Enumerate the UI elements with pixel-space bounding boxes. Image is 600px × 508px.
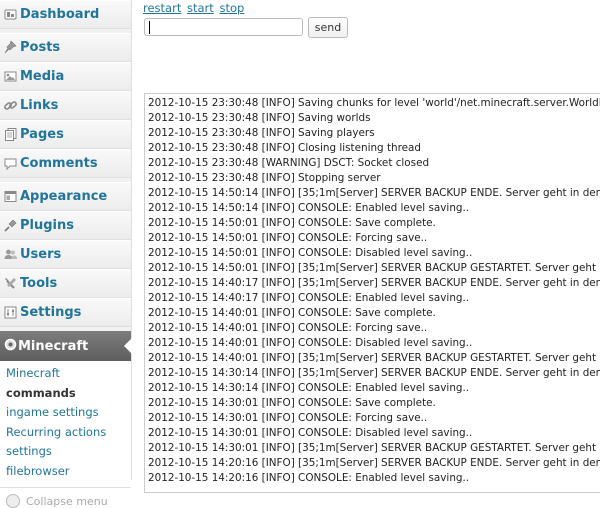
appearance-icon <box>3 189 18 204</box>
log-line: 2012-10-15 14:40:01 [INFO] CONSOLE: Save… <box>148 307 436 319</box>
submenu-item[interactable]: Minecraft <box>0 364 131 384</box>
log-line: 2012-10-15 14:20:16 [INFO] CONSOLE: Enab… <box>148 472 470 484</box>
log-line: 2012-10-15 14:50:01 [INFO] CONSOLE: Forc… <box>148 232 428 244</box>
log-line: 2012-10-15 14:30:01 [INFO] [35;1m[Server… <box>148 442 600 454</box>
text-cursor <box>149 21 150 34</box>
sidebar-item-label: Links <box>20 98 59 113</box>
log-line: 2012-10-15 14:50:14 [INFO] [35;1m[Server… <box>148 187 600 199</box>
log-line: 2012-10-15 23:30:48 [INFO] Saving player… <box>148 127 375 139</box>
sidebar-item-pages[interactable]: Pages <box>0 120 131 149</box>
restart-link[interactable]: restart <box>143 1 181 15</box>
log-line: 2012-10-15 14:30:01 [INFO] CONSOLE: Disa… <box>148 427 473 439</box>
media-icon <box>3 69 18 84</box>
admin-sidebar: Dashboard Posts Media Links Pages Comments App… <box>0 0 132 508</box>
sidebar-item-label: Posts <box>20 40 61 55</box>
sidebar-item-label: Comments <box>20 156 98 171</box>
server-controls: restart start stop <box>143 1 246 15</box>
pages-icon <box>3 127 18 142</box>
sidebar-item-label: Media <box>20 69 65 84</box>
current-menu-arrow <box>124 338 132 354</box>
stop-link[interactable]: stop <box>219 1 244 15</box>
sidebar-item-tools[interactable]: Tools <box>0 269 131 298</box>
log-line: 2012-10-15 14:40:01 [INFO] CONSOLE: Forc… <box>148 322 428 334</box>
chain-link-icon <box>3 98 18 113</box>
sidebar-item-appearance[interactable]: Appearance <box>0 182 131 211</box>
log-line: 2012-10-15 14:30:01 [INFO] CONSOLE: Save… <box>148 397 436 409</box>
collapse-menu-button[interactable]: Collapse menu <box>0 488 131 508</box>
log-line: 2012-10-15 14:40:17 [INFO] [35;1m[Server… <box>148 277 600 289</box>
sidebar-item-label: Pages <box>20 127 64 142</box>
plug-icon <box>3 218 18 233</box>
log-line: 2012-10-15 14:40:01 [INFO] CONSOLE: Disa… <box>148 337 473 349</box>
log-line: 2012-10-15 14:50:01 [INFO] CONSOLE: Disa… <box>148 247 473 259</box>
log-line: 2012-10-15 14:40:01 [INFO] [35;1m[Server… <box>148 352 600 364</box>
log-line: 2012-10-15 14:30:01 [INFO] CONSOLE: Forc… <box>148 412 428 424</box>
log-line: 2012-10-15 14:50:01 [INFO] [35;1m[Server… <box>148 262 600 274</box>
sidebar-item-label: Appearance <box>20 189 108 204</box>
collapse-icon <box>6 494 20 508</box>
comment-bubble-icon <box>3 156 18 171</box>
submenu-item[interactable]: filebrowser <box>0 462 131 482</box>
users-icon <box>3 247 18 262</box>
log-line: 2012-10-15 14:40:17 [INFO] CONSOLE: Enab… <box>148 292 470 304</box>
sidebar-item-label: Plugins <box>20 218 74 233</box>
log-line: 2012-10-15 14:50:01 [INFO] CONSOLE: Save… <box>148 217 436 229</box>
log-line: 2012-10-15 23:30:48 [WARNING] DSCT: Sock… <box>148 157 430 169</box>
sidebar-item-media[interactable]: Media <box>0 62 131 91</box>
command-input[interactable] <box>144 18 303 36</box>
server-log[interactable]: 2012-10-15 23:30:48 [INFO] Saving chunks… <box>144 93 600 493</box>
log-line: 2012-10-15 23:30:48 [INFO] Closing liste… <box>148 142 422 154</box>
sidebar-item-label: Settings <box>20 305 82 320</box>
settings-icon <box>3 305 18 320</box>
dashboard-icon <box>3 7 18 22</box>
sidebar-item-plugins[interactable]: Plugins <box>0 211 131 240</box>
submenu-item[interactable]: Recurring actions <box>0 423 131 443</box>
admin-menu: Dashboard Posts Media Links Pages Comments App… <box>0 0 131 327</box>
gear-icon <box>3 337 18 355</box>
submenu-item[interactable]: ingame settings <box>0 403 131 423</box>
minecraft-submenu: Minecraft commands ingame settings Recurrin… <box>0 361 131 488</box>
submenu-item[interactable]: settings <box>0 442 131 462</box>
log-line: 2012-10-15 23:30:48 [INFO] Saving worlds <box>148 112 371 124</box>
send-button[interactable]: send <box>308 17 348 38</box>
sidebar-item-minecraft[interactable]: Minecraft <box>0 331 132 361</box>
sidebar-item-label: Minecraft <box>18 338 89 354</box>
log-line: 2012-10-15 14:20:16 [INFO] [35;1m[Server… <box>148 457 600 469</box>
start-link[interactable]: start <box>187 1 214 15</box>
pushpin-icon <box>3 40 18 55</box>
log-line: 2012-10-15 14:50:14 [INFO] CONSOLE: Enab… <box>148 202 470 214</box>
sidebar-item-settings[interactable]: Settings <box>0 298 131 327</box>
log-line: 2012-10-15 23:30:48 [INFO] Stopping serv… <box>148 172 381 184</box>
sidebar-item-comments[interactable]: Comments <box>0 149 131 178</box>
sidebar-item-label: Dashboard <box>20 7 100 22</box>
sidebar-item-posts[interactable]: Posts <box>0 33 131 62</box>
sidebar-item-dashboard[interactable]: Dashboard <box>0 0 131 29</box>
sidebar-item-label: Tools <box>20 276 58 291</box>
log-line: 2012-10-15 23:30:48 [INFO] Saving chunks… <box>148 97 600 109</box>
collapse-label: Collapse menu <box>26 494 108 508</box>
log-line: 2012-10-15 14:30:14 [INFO] CONSOLE: Enab… <box>148 382 470 394</box>
tools-icon <box>3 276 18 291</box>
log-line: 2012-10-15 14:30:14 [INFO] [35;1m[Server… <box>148 367 600 379</box>
submenu-item[interactable]: commands <box>0 384 131 404</box>
sidebar-item-links[interactable]: Links <box>0 91 131 120</box>
sidebar-item-label: Users <box>20 247 62 262</box>
sidebar-item-users[interactable]: Users <box>0 240 131 269</box>
